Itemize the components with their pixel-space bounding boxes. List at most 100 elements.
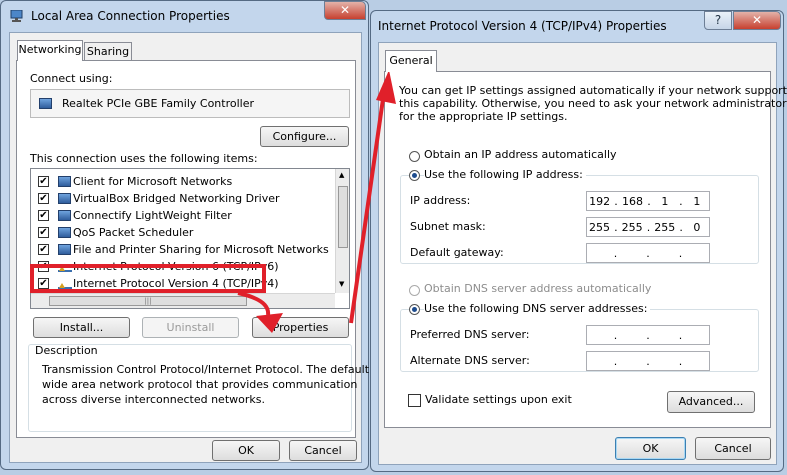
filter-icon [58, 210, 71, 221]
description-text-line-1: Transmission Control Protocol/Internet P… [42, 363, 370, 376]
description-group: Description Transmission Control Protoco… [28, 344, 369, 432]
configure-button-label: Configure... [272, 130, 337, 143]
right-window-body: General You can get IP settings assigned… [378, 42, 787, 465]
uninstall-button[interactable]: Uninstall [142, 317, 239, 338]
default-gateway-field[interactable]: . . . [586, 243, 710, 263]
subnet-octet[interactable]: 255 [622, 221, 643, 234]
connection-items-list[interactable]: ✔ Client for Microsoft Networks ✔ Virtua… [30, 168, 350, 309]
ip-octet[interactable]: 1 [687, 195, 707, 208]
vertical-scrollbar[interactable]: ▲ ▼ [335, 169, 349, 293]
left-cancel-label: Cancel [304, 444, 342, 457]
tab-networking[interactable]: Networking [17, 40, 83, 61]
item-checkbox[interactable]: ✔ [38, 193, 49, 204]
list-item-label: QoS Packet Scheduler [73, 226, 194, 239]
list-item-label: File and Printer Sharing for Microsoft N… [73, 243, 329, 256]
ip-octet[interactable]: 1 [655, 195, 675, 208]
left-cancel-button[interactable]: Cancel [289, 440, 357, 461]
use-following-dns-label[interactable]: Use the following DNS server addresses: [424, 302, 651, 315]
list-item-ipv6[interactable]: ✔ Internet Protocol Version 6 (TCP/IPv6) [31, 258, 331, 275]
sharing-icon [58, 244, 71, 255]
install-button[interactable]: Install... [33, 317, 130, 338]
configure-button[interactable]: Configure... [260, 126, 349, 147]
item-checkbox[interactable]: ✔ [38, 227, 49, 238]
ip-octet[interactable]: 168 [622, 195, 643, 208]
use-following-ip-label[interactable]: Use the following IP address: [424, 168, 586, 181]
ipv4-properties-window: Internet Protocol Version 4 (TCP/IPv4) P… [370, 10, 787, 472]
preferred-dns-field[interactable]: . . . [586, 325, 710, 345]
obtain-ip-auto-label[interactable]: Obtain an IP address automatically [424, 148, 617, 161]
right-title-bar[interactable]: Internet Protocol Version 4 (TCP/IPv4) P… [371, 11, 783, 41]
horizontal-scrollbar[interactable]: ||| [31, 293, 335, 308]
protocol-icon [58, 263, 72, 272]
use-following-dns-radio[interactable] [409, 304, 420, 315]
left-ok-button[interactable]: OK [212, 440, 280, 461]
item-checkbox[interactable]: ✔ [38, 278, 49, 289]
protocol-icon [58, 280, 72, 289]
list-item-virtualbox-driver[interactable]: ✔ VirtualBox Bridged Networking Driver [31, 190, 331, 207]
connect-using-label: Connect using: [30, 72, 113, 85]
validate-checkbox[interactable] [408, 394, 421, 407]
advanced-button[interactable]: Advanced... [667, 391, 755, 413]
validate-label[interactable]: Validate settings upon exit [425, 393, 572, 406]
obtain-dns-auto-label[interactable]: Obtain DNS server address automatically [424, 282, 651, 295]
left-close-button[interactable]: ✕ [324, 1, 366, 20]
alternate-dns-field[interactable]: . . . [586, 351, 710, 371]
properties-button-label: Properties [272, 321, 329, 334]
description-text-line-3: across diverse interconnected networks. [42, 393, 265, 406]
scroll-down-icon[interactable]: ▼ [339, 280, 344, 288]
default-gateway-label: Default gateway: [410, 246, 504, 259]
local-area-connection-properties-window: Local Area Connection Properties ✕ Netwo… [0, 0, 369, 470]
advanced-button-label: Advanced... [678, 395, 744, 408]
subnet-mask-field[interactable]: 255. 255. 255. 0 [586, 217, 710, 237]
list-item-ipv4[interactable]: ✔ Internet Protocol Version 4 (TCP/IPv4) [31, 275, 331, 292]
preferred-dns-label: Preferred DNS server: [410, 328, 530, 341]
networking-tab-panel: Connect using: Realtek PCIe GBE Family C… [16, 60, 369, 438]
tab-general[interactable]: General [385, 50, 437, 72]
scroll-thumb-horizontal[interactable]: ||| [49, 296, 247, 306]
tab-sharing[interactable]: Sharing [84, 42, 132, 60]
right-cancel-button[interactable]: Cancel [695, 437, 771, 460]
list-item-qos-scheduler[interactable]: ✔ QoS Packet Scheduler [31, 224, 331, 241]
ip-octet[interactable]: 192 [589, 195, 610, 208]
description-text-line-2: wide area network protocol that provides… [42, 378, 358, 391]
item-checkbox[interactable]: ✔ [38, 176, 49, 187]
scroll-thumb[interactable] [338, 186, 348, 248]
client-icon [58, 176, 71, 187]
properties-button[interactable]: Properties [252, 317, 349, 338]
right-close-button[interactable]: ✕ [733, 11, 781, 30]
list-item-connectify-filter[interactable]: ✔ Connectify LightWeight Filter [31, 207, 331, 224]
ip-address-label: IP address: [410, 194, 471, 207]
subnet-octet[interactable]: 255 [654, 221, 675, 234]
item-checkbox[interactable]: ✔ [38, 244, 49, 255]
ip-address-field[interactable]: 192. 168. 1. 1 [586, 191, 710, 211]
help-button[interactable]: ? [704, 11, 732, 30]
static-dns-group: Use the following DNS server addresses: … [400, 302, 759, 372]
network-adapter-icon [39, 98, 52, 109]
close-icon: ✕ [751, 13, 763, 27]
adapter-box: Realtek PCIe GBE Family Controller [30, 89, 350, 118]
list-item-file-printer-sharing[interactable]: ✔ File and Printer Sharing for Microsoft… [31, 241, 331, 258]
subnet-octet[interactable]: 255 [589, 221, 610, 234]
list-item-client-ms[interactable]: ✔ Client for Microsoft Networks [31, 173, 331, 190]
left-window-body: Networking Sharing Connect using: Realte… [9, 32, 369, 463]
intro-text-line-2: this capability. Otherwise, you need to … [399, 97, 787, 110]
obtain-dns-auto-radio[interactable] [409, 285, 420, 296]
list-item-label: Client for Microsoft Networks [73, 175, 233, 188]
left-title-bar[interactable]: Local Area Connection Properties ✕ [1, 1, 368, 31]
list-item-label: Internet Protocol Version 6 (TCP/IPv6) [73, 260, 279, 273]
driver-icon [58, 193, 71, 204]
obtain-ip-auto-radio[interactable] [409, 151, 420, 162]
item-checkbox[interactable]: ✔ [38, 261, 49, 272]
alternate-dns-label: Alternate DNS server: [410, 354, 530, 367]
list-item-label: Connectify LightWeight Filter [73, 209, 232, 222]
adapter-name: Realtek PCIe GBE Family Controller [62, 97, 255, 110]
item-checkbox[interactable]: ✔ [38, 210, 49, 221]
use-following-ip-radio[interactable] [409, 170, 420, 181]
right-window-title: Internet Protocol Version 4 (TCP/IPv4) P… [378, 19, 667, 33]
scroll-up-icon[interactable]: ▲ [339, 171, 344, 179]
subnet-mask-label: Subnet mask: [410, 220, 486, 233]
subnet-octet[interactable]: 0 [687, 221, 707, 234]
right-ok-button[interactable]: OK [615, 437, 686, 460]
uninstall-button-label: Uninstall [166, 321, 215, 334]
help-icon: ? [714, 13, 722, 27]
